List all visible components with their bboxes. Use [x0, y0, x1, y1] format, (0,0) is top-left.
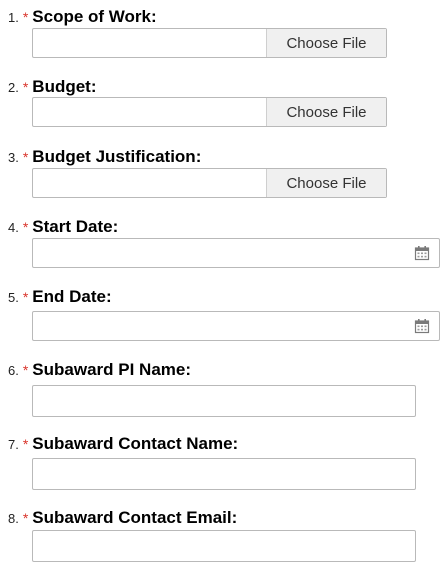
start-date-label: Start Date:	[32, 217, 119, 236]
field-number: 5.	[8, 290, 19, 305]
field-number: 3.	[8, 150, 19, 165]
scope-of-work-label: Scope of Work:	[32, 7, 157, 26]
choose-file-button[interactable]: Choose File	[266, 169, 386, 197]
field-number: 4.	[8, 220, 19, 235]
required-asterisk: *	[22, 510, 29, 526]
field-number: 1.	[8, 10, 19, 25]
field-number: 6.	[8, 363, 19, 378]
end-date-label: End Date:	[32, 287, 112, 306]
calendar-icon[interactable]	[414, 245, 430, 261]
subaward-pi-name-input[interactable]	[32, 385, 416, 417]
required-asterisk: *	[22, 289, 29, 305]
required-asterisk: *	[22, 219, 29, 235]
subaward-contact-email-label: Subaward Contact Email:	[32, 508, 238, 527]
required-asterisk: *	[22, 79, 29, 95]
choose-file-button[interactable]: Choose File	[266, 98, 386, 126]
budget-justification-label: Budget Justification:	[32, 147, 202, 166]
start-date-input[interactable]	[32, 238, 440, 268]
field-number: 2.	[8, 80, 19, 95]
choose-file-button[interactable]: Choose File	[266, 29, 386, 57]
field-number: 8.	[8, 511, 19, 526]
subaward-pi-name-label: Subaward PI Name:	[32, 360, 192, 379]
required-asterisk: *	[22, 149, 29, 165]
subaward-contact-email-input[interactable]	[32, 530, 416, 562]
field-number: 7.	[8, 437, 19, 452]
required-asterisk: *	[22, 362, 29, 378]
required-asterisk: *	[22, 9, 29, 25]
budget-file-input[interactable]: Choose File	[32, 97, 387, 127]
required-asterisk: *	[22, 436, 29, 452]
calendar-icon[interactable]	[414, 318, 430, 334]
budget-label: Budget:	[32, 77, 97, 96]
subaward-contact-name-input[interactable]	[32, 458, 416, 490]
subaward-contact-name-label: Subaward Contact Name:	[32, 434, 239, 453]
scope-of-work-file-input[interactable]: Choose File	[32, 28, 387, 58]
end-date-input[interactable]	[32, 311, 440, 341]
budget-justification-file-input[interactable]: Choose File	[32, 168, 387, 198]
